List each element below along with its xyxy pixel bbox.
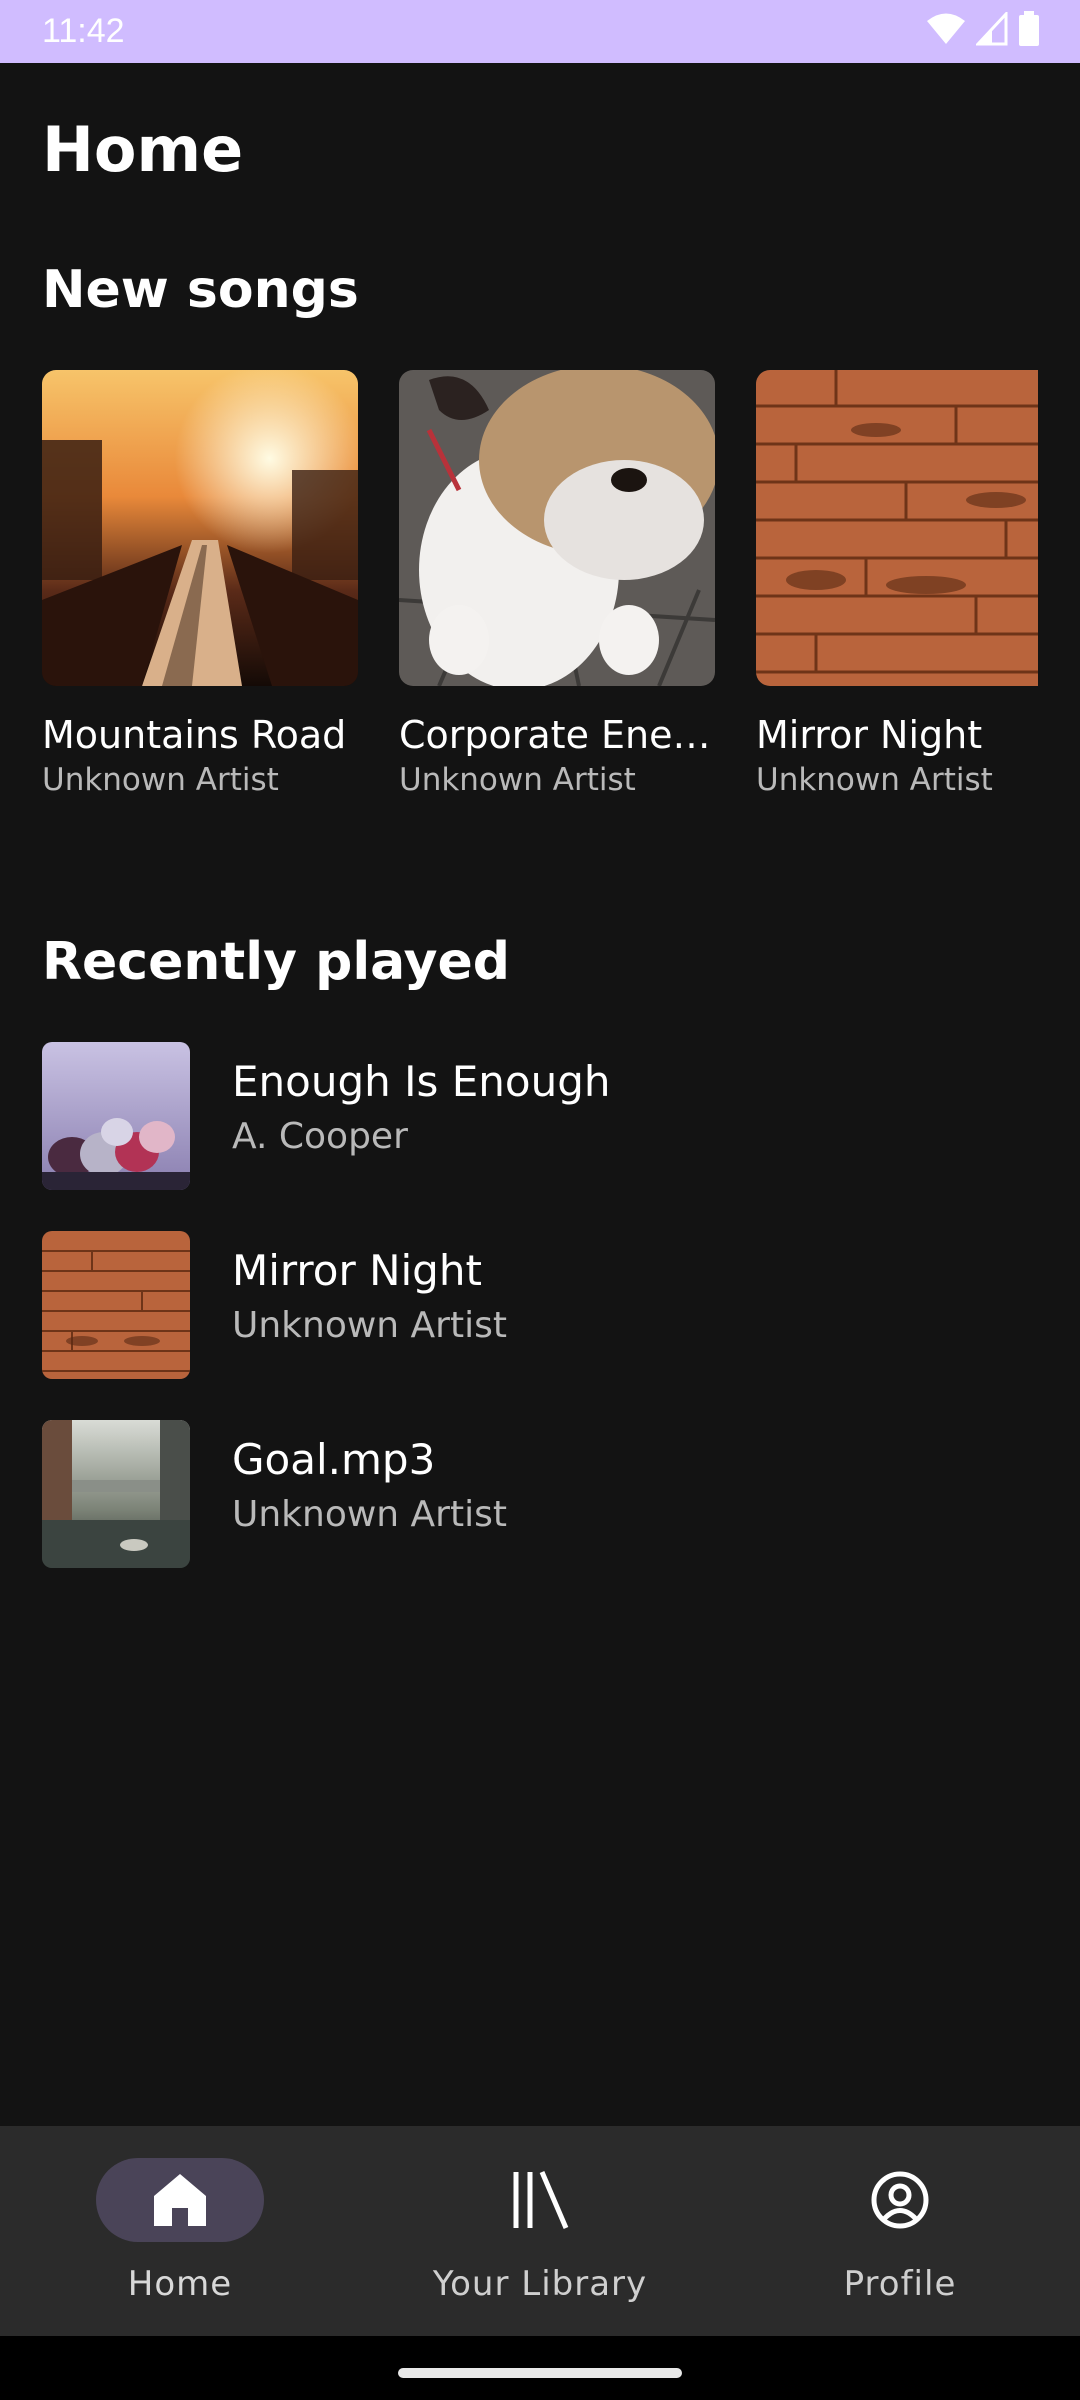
album-art <box>399 370 715 686</box>
song-title: Mirror Night <box>756 713 983 757</box>
album-art <box>42 1042 190 1190</box>
list-item[interactable]: Mirror Night Unknown Artist <box>42 1231 1038 1379</box>
song-artist: A. Cooper <box>232 1116 408 1157</box>
song-title: Goal.mp3 <box>232 1435 436 1484</box>
page-title: Home <box>42 113 244 186</box>
song-artist: Unknown Artist <box>232 1494 507 1535</box>
song-artist: Unknown Artist <box>232 1305 507 1346</box>
nav-item-library[interactable]: Your Library <box>360 2126 720 2336</box>
list-item[interactable]: Enough Is Enough A. Cooper <box>42 1042 1038 1190</box>
song-artist: Unknown Artist <box>756 762 993 798</box>
song-title: Mountains Road <box>42 713 347 757</box>
nav-label: Profile <box>843 2264 957 2304</box>
album-art <box>42 370 358 686</box>
bottom-navigation: Home Your Library Profile <box>0 2126 1080 2336</box>
list-item[interactable]: Goal.mp3 Unknown Artist <box>42 1420 1038 1568</box>
wifi-icon <box>926 12 966 50</box>
song-title: Corporate Energ… <box>399 713 715 757</box>
song-artist: Unknown Artist <box>399 762 636 798</box>
status-icons <box>926 10 1040 51</box>
song-title: Enough Is Enough <box>232 1057 611 1106</box>
status-time: 11:42 <box>42 12 125 50</box>
song-title: Mirror Night <box>232 1246 482 1295</box>
new-songs-heading: New songs <box>42 260 359 320</box>
battery-icon <box>1018 11 1040 51</box>
nav-item-profile[interactable]: Profile <box>720 2126 1080 2336</box>
song-card[interactable]: Mountains Road Unknown Artist <box>42 370 358 800</box>
status-bar: 11:42 <box>0 0 1080 63</box>
new-songs-carousel[interactable]: Mountains Road Unknown Artist Corporate … <box>42 370 1038 810</box>
album-art <box>756 370 1038 686</box>
song-card[interactable]: Corporate Energ… Unknown Artist <box>399 370 715 800</box>
nav-item-home[interactable]: Home <box>0 2126 360 2336</box>
system-navigation-bar <box>0 2336 1080 2400</box>
nav-label: Home <box>127 2264 233 2304</box>
profile-icon <box>870 2170 930 2230</box>
home-indicator[interactable] <box>398 2368 682 2378</box>
song-card[interactable]: Mirror Night Unknown Artist <box>756 370 1038 800</box>
recently-played-heading: Recently played <box>42 932 511 992</box>
cell-signal-icon <box>974 10 1008 50</box>
nav-label: Your Library <box>432 2264 648 2304</box>
library-icon <box>510 2170 570 2230</box>
album-art <box>42 1231 190 1379</box>
home-icon <box>150 2170 210 2230</box>
album-art <box>42 1420 190 1568</box>
song-artist: Unknown Artist <box>42 762 279 798</box>
